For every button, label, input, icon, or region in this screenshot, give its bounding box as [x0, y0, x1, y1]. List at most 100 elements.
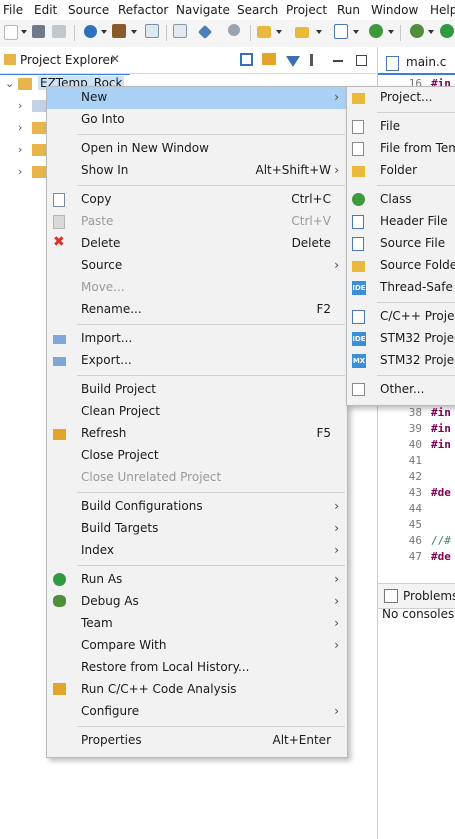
- submenu-item-stm32-project-mx[interactable]: MX STM32 Project: [347, 350, 455, 372]
- new-project-icon[interactable]: [257, 26, 271, 38]
- menu-run[interactable]: Run: [337, 3, 360, 17]
- menu-item-delete[interactable]: ✖ Delete Delete: [47, 233, 347, 255]
- disabled-tool-icon[interactable]: [228, 24, 240, 36]
- chevron-down-icon[interactable]: [131, 30, 137, 34]
- link-with-editor-icon[interactable]: [262, 53, 276, 65]
- new-icon[interactable]: [4, 25, 18, 40]
- menu-item-build-project[interactable]: Build Project: [47, 379, 347, 401]
- code-line[interactable]: #de: [431, 550, 451, 563]
- menu-item-debug-as[interactable]: Debug As ›: [47, 591, 347, 613]
- run-icon[interactable]: [440, 24, 454, 38]
- menu-item-close-unrelated-project[interactable]: Close Unrelated Project: [47, 467, 347, 489]
- menu-item-paste[interactable]: Paste Ctrl+V: [47, 211, 347, 233]
- menu-window[interactable]: Window: [371, 3, 418, 17]
- new-class-icon[interactable]: [369, 24, 383, 38]
- menu-help[interactable]: Help: [430, 3, 455, 17]
- settings-icon[interactable]: [84, 25, 97, 38]
- line-number: 44: [408, 502, 422, 515]
- tab-problems[interactable]: Problems: [378, 583, 455, 609]
- menu-item-restore-from-local-history[interactable]: Restore from Local History...: [47, 657, 347, 679]
- maximize-icon[interactable]: [356, 55, 367, 66]
- code-line[interactable]: #in: [431, 422, 451, 435]
- collapse-all-icon[interactable]: [240, 53, 253, 66]
- tab-main-c[interactable]: main.c: [378, 51, 455, 75]
- link-icon[interactable]: [197, 24, 213, 40]
- save-icon[interactable]: [32, 25, 45, 38]
- menu-item-rename[interactable]: Rename... F2: [47, 299, 347, 321]
- view-menu-icon[interactable]: [310, 54, 313, 66]
- menu-item-source[interactable]: Source ›: [47, 255, 347, 277]
- submenu-item-folder[interactable]: Folder: [347, 160, 455, 182]
- menu-bar: File Edit Source Refactor Navigate Searc…: [0, 0, 455, 20]
- chevron-right-icon[interactable]: ›: [18, 165, 22, 178]
- menu-search[interactable]: Search: [237, 3, 278, 17]
- menu-item-label: Build Project: [81, 382, 156, 396]
- code-line[interactable]: #de: [431, 486, 451, 499]
- menu-item-team[interactable]: Team ›: [47, 613, 347, 635]
- menu-item-show-in[interactable]: Show In Alt+Shift+W ›: [47, 160, 347, 182]
- submenu-item-file[interactable]: File: [347, 116, 455, 138]
- menu-item-export[interactable]: Export...: [47, 350, 347, 372]
- chevron-down-icon[interactable]: [101, 30, 107, 34]
- submenu-item-source-file[interactable]: Source File: [347, 233, 455, 255]
- chevron-right-icon[interactable]: ›: [18, 99, 22, 112]
- menu-refactor[interactable]: Refactor: [118, 3, 168, 17]
- filter-icon[interactable]: [286, 56, 300, 67]
- submenu-item-stm32-project[interactable]: IDE STM32 Project: [347, 328, 455, 350]
- menu-item-import[interactable]: Import...: [47, 328, 347, 350]
- chevron-down-icon[interactable]: [21, 30, 27, 34]
- binary-icon[interactable]: [145, 24, 159, 38]
- submenu-item-class[interactable]: Class: [347, 189, 455, 211]
- submenu-item-project[interactable]: Project...: [347, 87, 455, 109]
- menu-item-configure[interactable]: Configure ›: [47, 701, 347, 723]
- chevron-down-icon[interactable]: ⌄: [5, 77, 14, 90]
- build-hammer-icon[interactable]: [112, 24, 126, 38]
- menu-item-new[interactable]: New ›: [47, 87, 347, 109]
- code-line[interactable]: #in: [431, 406, 451, 419]
- menu-file[interactable]: File: [3, 3, 23, 17]
- close-icon[interactable]: ✕: [110, 52, 120, 66]
- problems-icon: [384, 589, 398, 603]
- menu-project[interactable]: Project: [286, 3, 327, 17]
- chevron-down-icon[interactable]: [353, 30, 359, 34]
- submenu-item-cpp-project[interactable]: C/C++ Project: [347, 306, 455, 328]
- menu-item-refresh[interactable]: Refresh F5: [47, 423, 347, 445]
- menu-item-open-in-new-window[interactable]: Open in New Window: [47, 138, 347, 160]
- menu-item-go-into[interactable]: Go Into: [47, 109, 347, 131]
- menu-item-copy[interactable]: Copy Ctrl+C: [47, 189, 347, 211]
- submenu-item-source-folder[interactable]: Source Folder: [347, 255, 455, 277]
- menu-item-compare-with[interactable]: Compare With ›: [47, 635, 347, 657]
- menu-item-index[interactable]: Index ›: [47, 540, 347, 562]
- chevron-down-icon[interactable]: [316, 30, 322, 34]
- menu-navigate[interactable]: Navigate: [176, 3, 230, 17]
- line-number: 39: [408, 422, 422, 435]
- code-line[interactable]: #in: [431, 438, 451, 451]
- menu-item-run-as[interactable]: Run As ›: [47, 569, 347, 591]
- open-folder-icon[interactable]: [295, 27, 309, 38]
- debug-bug-icon[interactable]: [410, 24, 424, 38]
- save-all-icon[interactable]: [52, 25, 66, 38]
- menu-edit[interactable]: Edit: [34, 3, 57, 17]
- menu-item-build-targets[interactable]: Build Targets ›: [47, 518, 347, 540]
- debug-config-icon[interactable]: [173, 24, 187, 38]
- chevron-down-icon[interactable]: [428, 30, 434, 34]
- submenu-item-other[interactable]: Other...: [347, 379, 455, 401]
- code-line[interactable]: //#: [431, 534, 451, 547]
- menu-item-move[interactable]: Move...: [47, 277, 347, 299]
- submenu-item-header-file[interactable]: Header File: [347, 211, 455, 233]
- menu-item-properties[interactable]: Properties Alt+Enter: [47, 730, 347, 752]
- chevron-down-icon[interactable]: [276, 30, 282, 34]
- submenu-item-file-from-template[interactable]: File from Temp: [347, 138, 455, 160]
- chevron-down-icon[interactable]: [388, 30, 394, 34]
- chevron-right-icon[interactable]: ›: [18, 121, 22, 134]
- menu-item-build-configurations[interactable]: Build Configurations ›: [47, 496, 347, 518]
- tab-project-explorer[interactable]: Project Explorer ✕: [0, 47, 130, 75]
- submenu-item-thread-safe[interactable]: IDE Thread-Safe Se: [347, 277, 455, 299]
- new-c-file-icon[interactable]: [334, 24, 348, 39]
- minimize-icon[interactable]: [333, 60, 343, 62]
- chevron-right-icon[interactable]: ›: [18, 143, 22, 156]
- menu-item-clean-project[interactable]: Clean Project: [47, 401, 347, 423]
- menu-source[interactable]: Source: [68, 3, 109, 17]
- menu-item-close-project[interactable]: Close Project: [47, 445, 347, 467]
- menu-item-run-code-analysis[interactable]: Run C/C++ Code Analysis: [47, 679, 347, 701]
